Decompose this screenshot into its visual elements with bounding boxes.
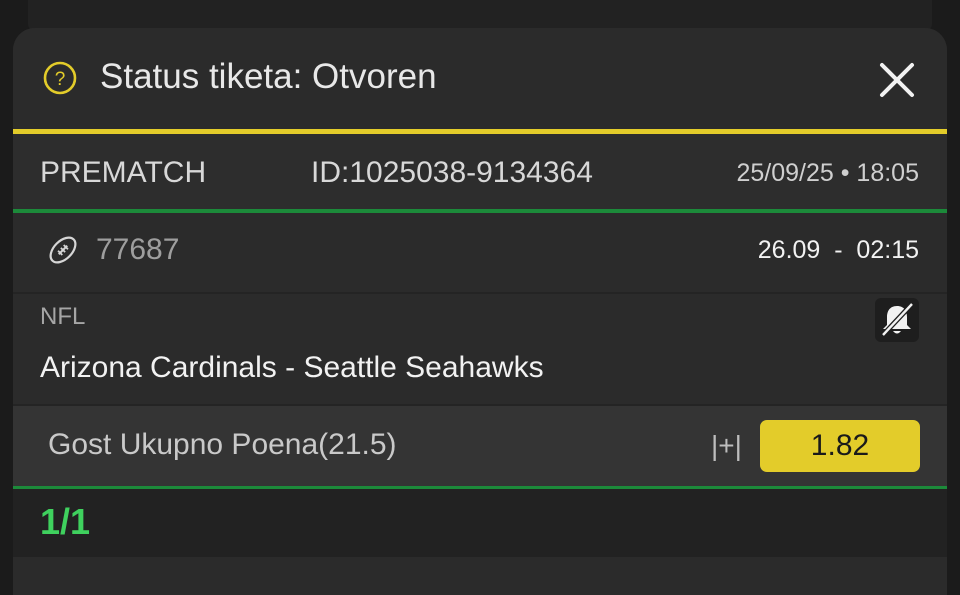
selection-row: Gost Ukupno Poena(21.5) |+| 1.82 (13, 406, 947, 486)
american-football-icon (49, 236, 77, 264)
ticket-meta-row: PREMATCH ID:1025038-9134364 25/09/25 • 1… (13, 134, 947, 212)
svg-text:?: ? (55, 69, 66, 90)
ticket-datetime-label: 25/09/25 • 18:05 (736, 159, 919, 187)
modal-bottom-area (13, 557, 947, 595)
ticket-type-label: PREMATCH (40, 156, 207, 189)
market-name: Gost Ukupno Poena(21.5) (48, 428, 397, 461)
question-circle-icon[interactable]: ? (43, 61, 77, 95)
modal-header: ? Status tiketa: Otvoren (13, 28, 947, 129)
odds-badge[interactable]: 1.82 (760, 420, 920, 472)
match-name: Arizona Cardinals - Seattle Seahawks (40, 351, 544, 384)
event-row: 77687 26.09 - 02:15 (13, 213, 947, 294)
market-flag: |+| (711, 430, 742, 461)
match-block: NFL Arizona Cardinals - Seattle Seahawks (13, 294, 947, 406)
league-label: NFL (40, 303, 86, 330)
bell-off-icon[interactable] (875, 298, 919, 342)
ticket-status-modal: ? Status tiketa: Otvoren PREMATCH ID:102… (13, 28, 947, 595)
modal-title: Status tiketa: Otvoren (100, 57, 437, 96)
event-code: 77687 (96, 233, 180, 266)
event-start-time: 26.09 - 02:15 (757, 236, 919, 264)
background-panel (28, 0, 932, 30)
match-count: 1/1 (40, 501, 91, 542)
close-icon[interactable] (875, 58, 919, 102)
match-count-row: 1/1 (13, 489, 947, 557)
ticket-id-label: ID:1025038-9134364 (311, 156, 593, 189)
